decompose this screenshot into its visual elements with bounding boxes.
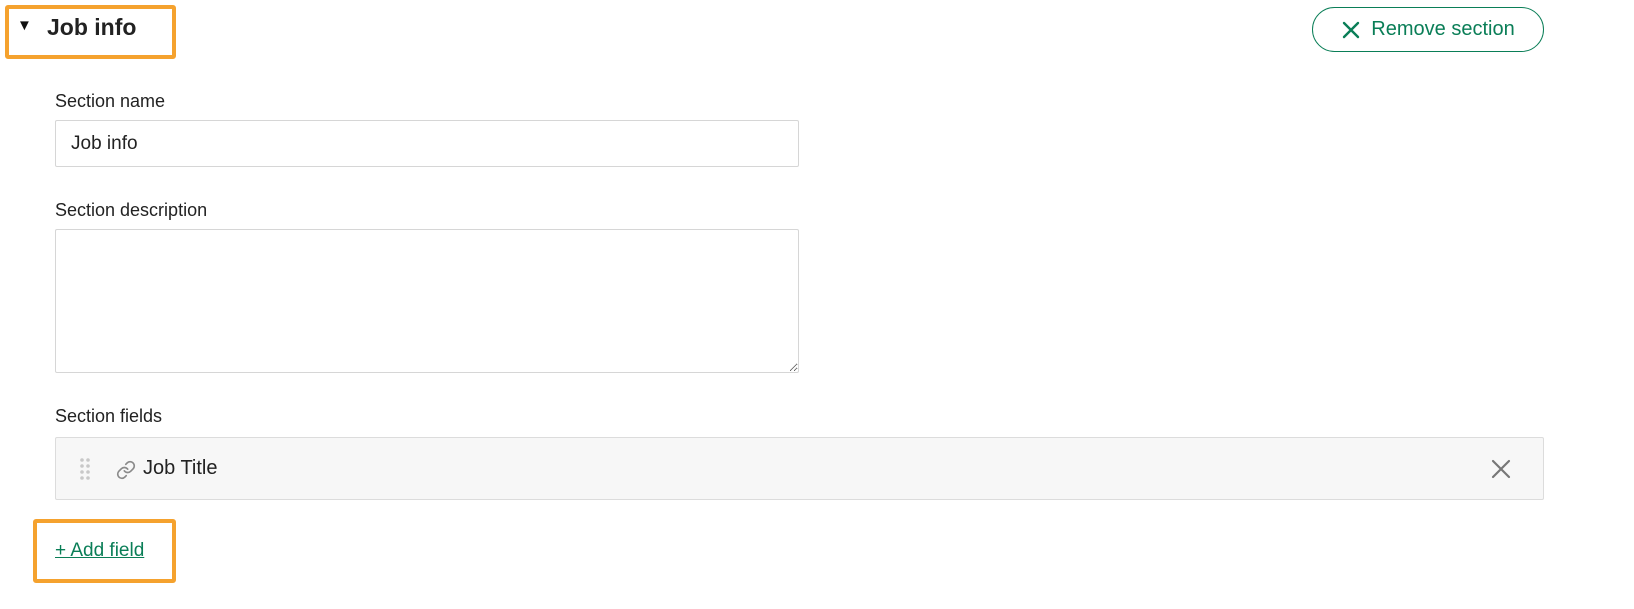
close-icon [1343, 21, 1360, 38]
section-name-input[interactable] [55, 120, 799, 167]
remove-section-button[interactable]: Remove section [1312, 7, 1544, 52]
caret-down-icon: ▼ [17, 17, 32, 34]
section-name-label: Section name [55, 91, 166, 111]
section-title: Job info [47, 14, 137, 40]
add-field-link[interactable]: + Add field [55, 540, 144, 562]
remove-field-icon[interactable] [1491, 459, 1511, 484]
section-description-label: Section description [55, 200, 208, 220]
link-icon [116, 460, 136, 485]
section-field-row: Job Title [55, 437, 1544, 500]
remove-section-label: Remove section [1371, 18, 1515, 40]
section-toggle[interactable]: ▼ Job info [17, 14, 136, 41]
drag-handle-icon[interactable] [79, 457, 91, 488]
field-label: Job Title [143, 457, 218, 479]
section-description-textarea[interactable] [55, 229, 799, 373]
section-fields-label: Section fields [55, 406, 163, 426]
